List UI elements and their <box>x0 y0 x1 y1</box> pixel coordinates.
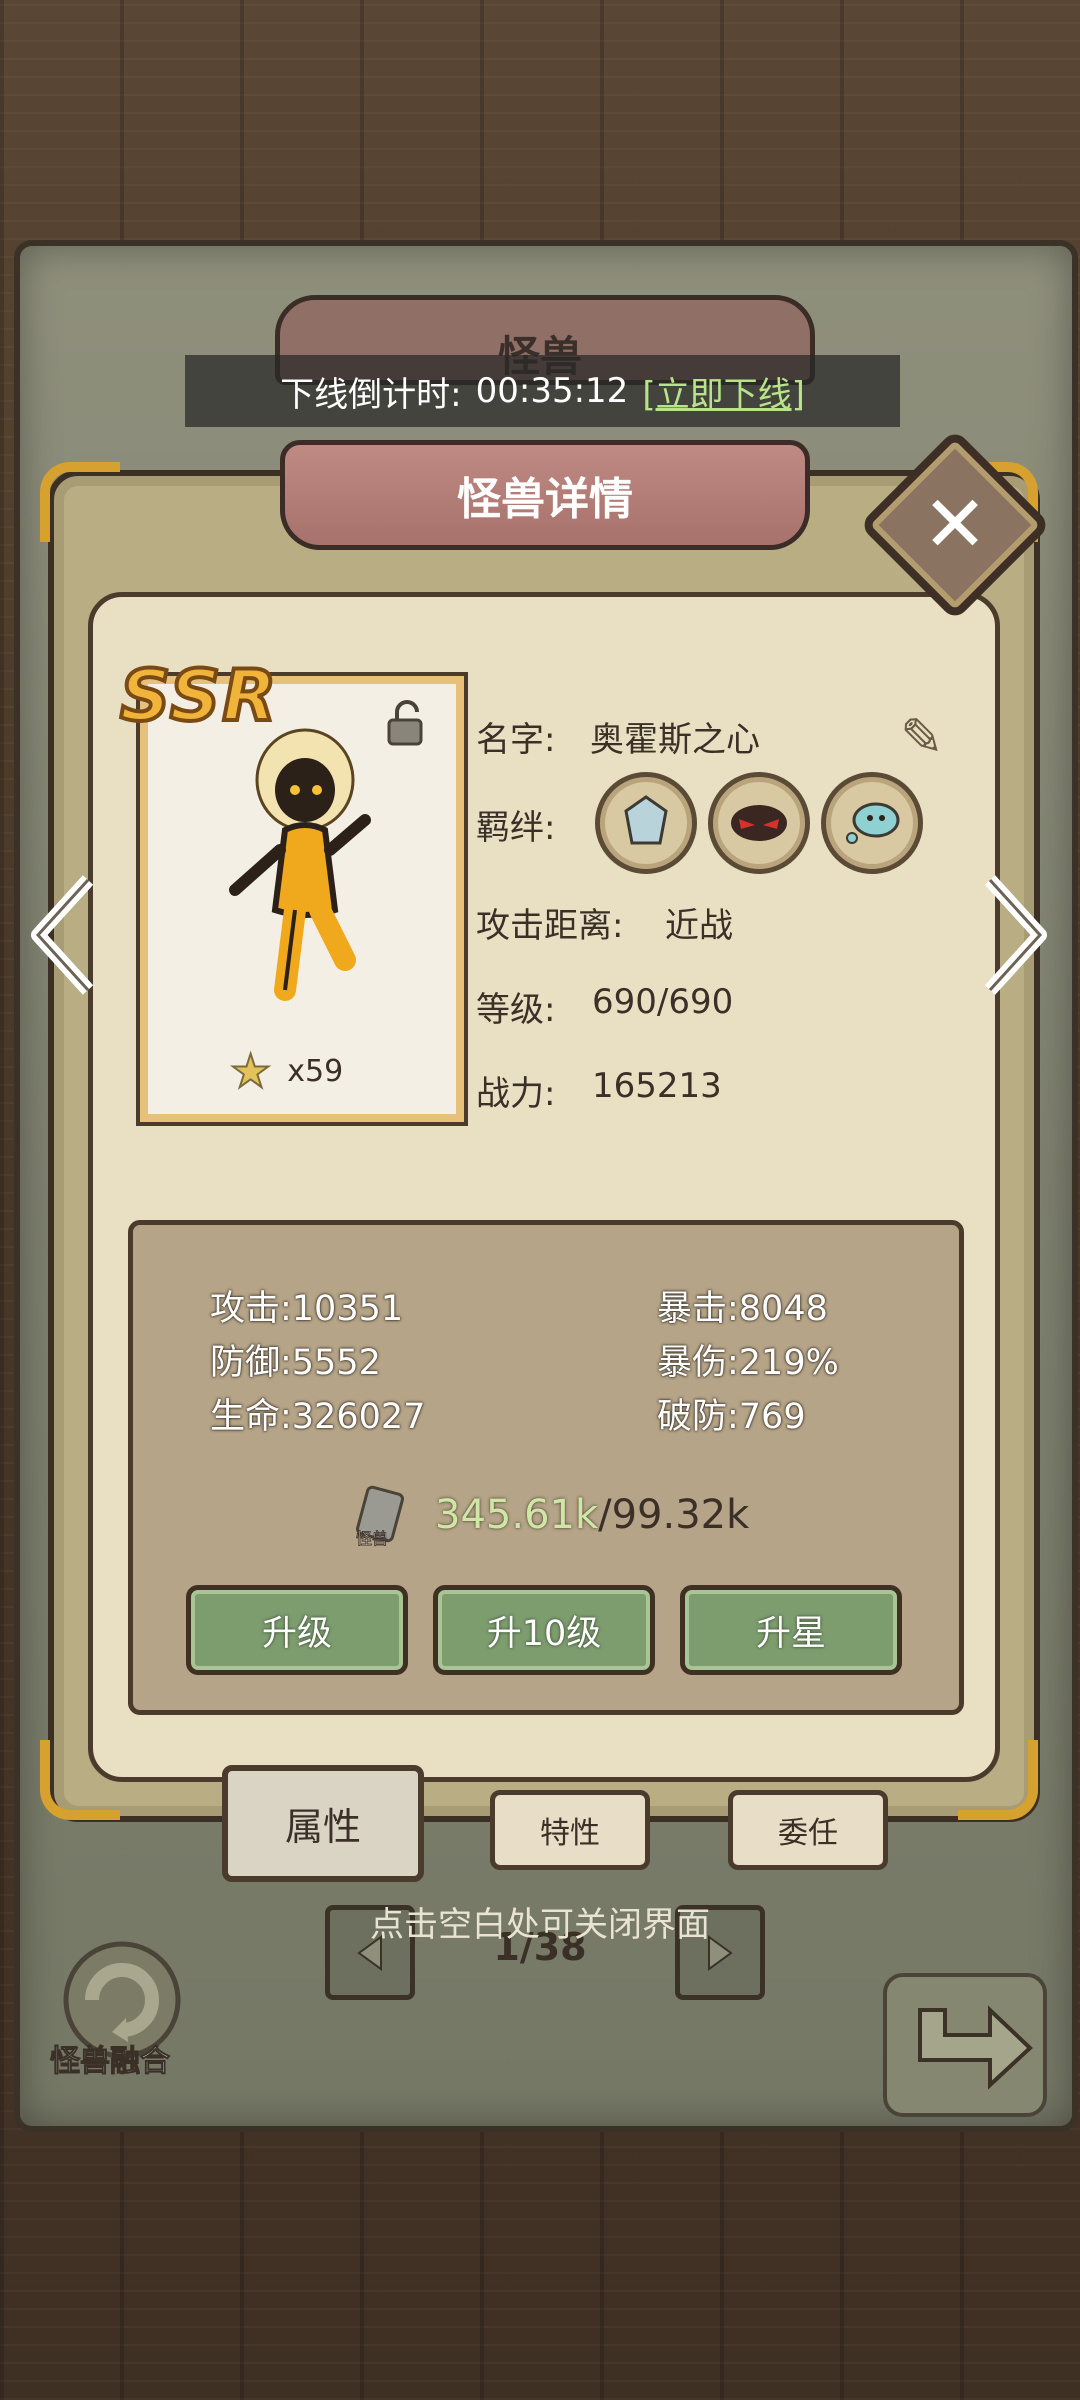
return-arrow-button[interactable] <box>880 1970 1050 2120</box>
crystal-icon <box>624 795 668 845</box>
rarity-badge: SSR <box>118 653 279 739</box>
unlock-icon[interactable] <box>385 700 425 746</box>
stat-crit-damage: 暴伤:219% <box>657 1343 839 1383</box>
stat-attack: 攻击:10351 <box>210 1289 404 1329</box>
stat-defense: 防御:5552 <box>210 1343 381 1383</box>
range-value: 近战 <box>665 906 733 946</box>
exp-required: 99.32k <box>611 1492 750 1538</box>
name-value: 奥霍斯之心 <box>590 720 760 760</box>
stat-crit: 暴击:8048 <box>657 1289 828 1329</box>
star-up-button[interactable]: 升星 <box>680 1585 902 1675</box>
power-value: 165213 <box>592 1066 722 1106</box>
tab-traits[interactable]: 特性 <box>490 1790 650 1870</box>
tab-attributes[interactable]: 属性 <box>222 1765 424 1882</box>
close-icon: ✕ <box>922 480 988 570</box>
close-hint: 点击空白处可关闭界面 <box>370 1905 710 1945</box>
power-label: 战力: <box>476 1074 556 1114</box>
close-button[interactable]: ✕ <box>858 428 1052 622</box>
name-label: 名字: <box>476 720 556 760</box>
dialog-title: 怪兽详情 <box>280 440 810 550</box>
star-icon: ★ <box>229 1044 272 1098</box>
exp-display: 345.61k/99.32k <box>435 1492 749 1538</box>
star-count: x59 <box>287 1053 344 1089</box>
prev-monster-arrow[interactable] <box>28 875 98 995</box>
frame-corner <box>40 462 120 542</box>
stat-hp: 生命:326027 <box>210 1397 426 1437</box>
offline-countdown-bar: 下线倒计时: 00:35:12 [立即下线] <box>185 355 900 427</box>
ghost-icon <box>846 802 900 844</box>
level-value: 690/690 <box>592 982 734 1022</box>
tab-commission[interactable]: 委任 <box>728 1790 888 1870</box>
bond-crystal-icon[interactable] <box>595 772 697 874</box>
monster-exp-book-icon: 怪兽 <box>356 1485 404 1548</box>
range-label: 攻击距离: <box>476 906 624 946</box>
exp-current: 345.61k <box>435 1492 599 1538</box>
exp-icon-label: 怪兽 <box>356 1529 388 1548</box>
offline-now-link[interactable]: [立即下线] <box>642 367 805 416</box>
offline-time: 00:35:12 <box>475 371 629 411</box>
rename-pencil-icon[interactable]: ✎ <box>900 708 944 768</box>
upgrade-10-button[interactable]: 升10级 <box>433 1585 655 1675</box>
stat-penetration: 破防:769 <box>657 1397 806 1437</box>
red-eyes-icon <box>731 805 787 841</box>
monster-portrait <box>229 728 371 1001</box>
upgrade-button[interactable]: 升级 <box>186 1585 408 1675</box>
level-label: 等级: <box>476 990 556 1030</box>
exp-separator: / <box>598 1492 612 1538</box>
bond-red-eyes-icon[interactable] <box>708 772 810 874</box>
offline-label: 下线倒计时: <box>280 374 462 415</box>
next-monster-arrow[interactable] <box>980 875 1050 995</box>
fusion-label[interactable]: 怪兽融合 <box>50 2036 171 2080</box>
bond-ghost-icon[interactable] <box>821 772 923 874</box>
bond-label: 羁绊: <box>476 808 556 848</box>
star-count-row: ★ x59 <box>229 1044 344 1098</box>
